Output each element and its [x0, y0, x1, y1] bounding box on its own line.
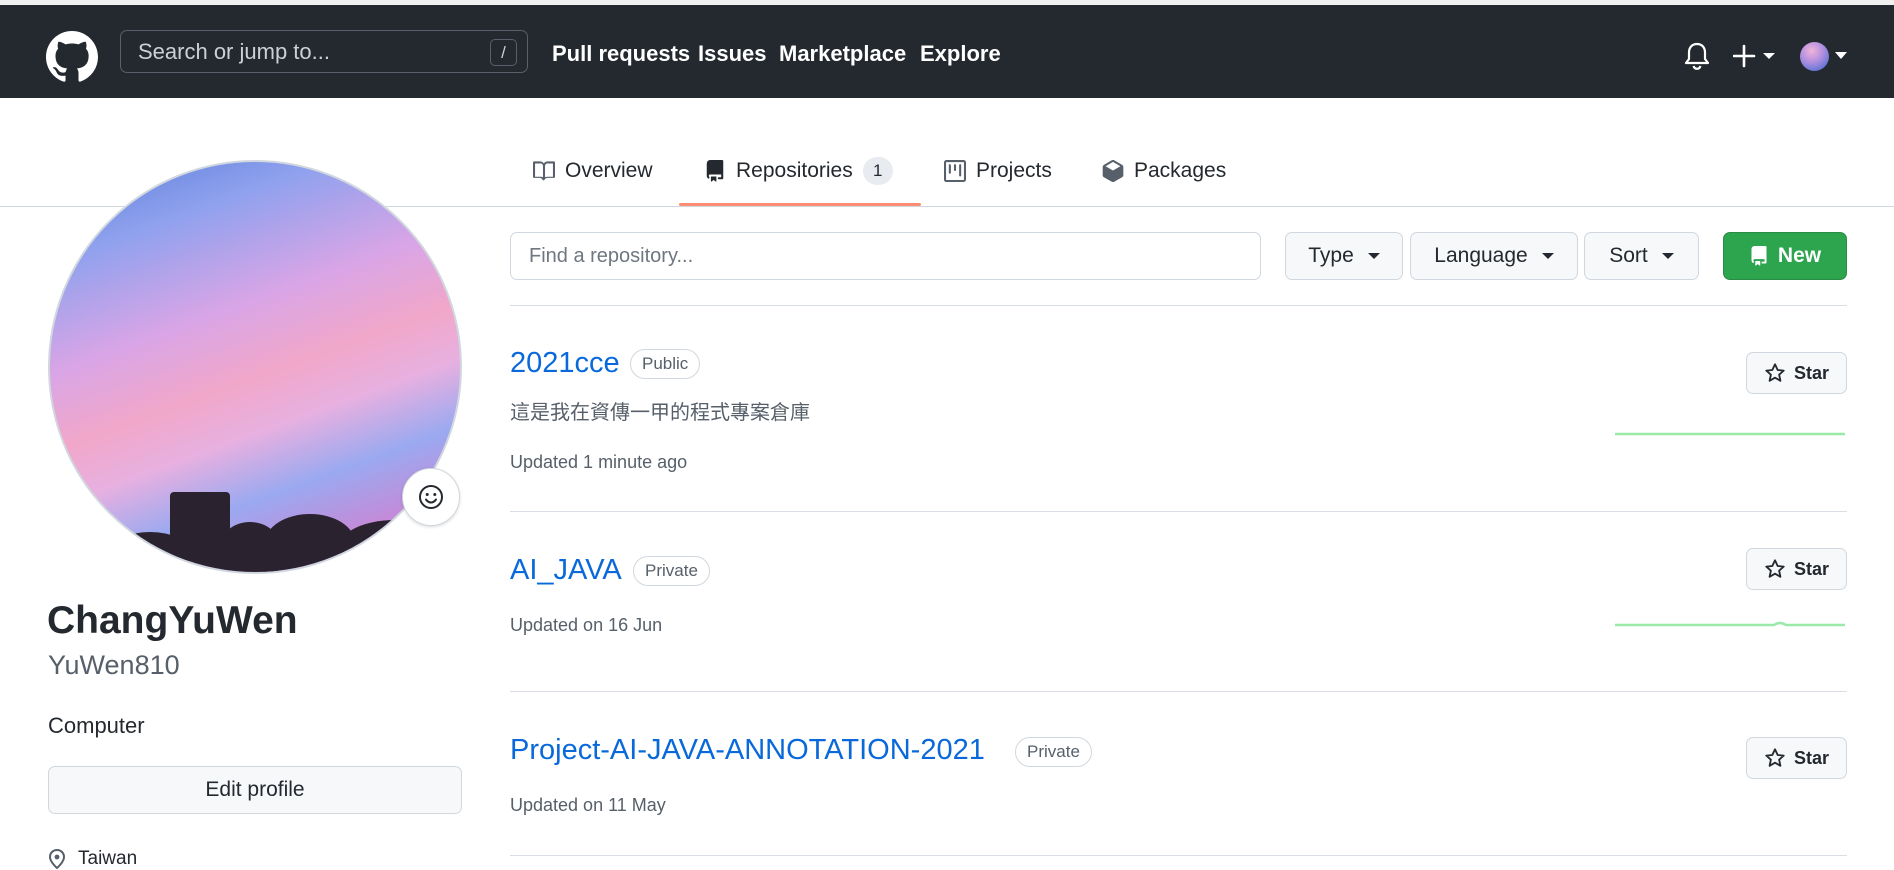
github-logo-icon[interactable]: [46, 31, 98, 83]
star-label: Star: [1793, 558, 1829, 579]
profile-login: YuWen810: [48, 650, 180, 680]
tab-overview[interactable]: Overview: [533, 154, 653, 188]
repo-icon: [1751, 246, 1767, 266]
location-icon: [48, 849, 66, 869]
search-input[interactable]: [138, 31, 468, 72]
project-icon: [944, 160, 966, 182]
new-repository-button[interactable]: New: [1723, 232, 1847, 280]
new-button-label: New: [1777, 244, 1822, 267]
tab-repositories-label: Repositories: [736, 159, 853, 182]
nav-marketplace[interactable]: Marketplace: [779, 41, 906, 71]
visibility-badge: Private: [1015, 737, 1092, 767]
set-status-button[interactable]: [402, 468, 460, 526]
repo-name-link[interactable]: AI_JAVA: [510, 554, 622, 587]
activity-sparkline: [1615, 621, 1845, 627]
star-button[interactable]: Star: [1746, 352, 1847, 394]
chevron-down-icon: [1661, 253, 1674, 259]
visibility-badge: Private: [633, 556, 710, 586]
list-divider: [510, 305, 1847, 306]
repo-updated: Updated 1 minute ago: [510, 452, 688, 472]
star-button[interactable]: Star: [1746, 548, 1847, 590]
star-label: Star: [1793, 362, 1829, 383]
search-shortcut-key: /: [490, 39, 517, 66]
profile-location-label: Taiwan: [78, 848, 138, 869]
tab-repositories[interactable]: Repositories 1: [704, 154, 893, 188]
star-icon: [1765, 559, 1785, 578]
plus-icon[interactable]: [1733, 43, 1779, 69]
nav-pull-requests[interactable]: Pull requests: [552, 41, 690, 71]
package-icon: [1102, 160, 1124, 182]
profile-avatar: [48, 160, 462, 574]
list-divider: [510, 691, 1847, 692]
repo-updated: Updated on 16 Jun: [510, 615, 663, 635]
tab-packages-label: Packages: [1134, 159, 1227, 182]
chevron-down-icon[interactable]: [1835, 52, 1847, 60]
visibility-badge: Public: [630, 349, 701, 379]
tab-packages[interactable]: Packages: [1102, 154, 1226, 188]
repo-icon: [706, 160, 724, 182]
profile-bio: Computer: [48, 713, 145, 738]
activity-sparkline: [1615, 432, 1845, 436]
star-label: Star: [1793, 747, 1829, 768]
list-divider: [510, 511, 1847, 512]
find-repository-input[interactable]: [510, 232, 1261, 280]
chevron-down-icon: [1541, 253, 1554, 259]
type-filter-label: Type: [1308, 244, 1354, 267]
nav-explore[interactable]: Explore: [920, 41, 1001, 71]
list-divider: [510, 855, 1847, 856]
nav-issues[interactable]: Issues: [698, 41, 767, 71]
profile-location: Taiwan: [48, 848, 137, 870]
repo-updated: Updated on 11 May: [510, 795, 666, 815]
avatar[interactable]: [1800, 42, 1829, 71]
repo-description: 這是我在資傳一甲的程式專案倉庫: [510, 400, 810, 424]
repo-count-badge: 1: [862, 157, 893, 185]
repo-name-link[interactable]: 2021cce: [510, 347, 620, 380]
chevron-down-icon: [1367, 253, 1380, 259]
language-filter-label: Language: [1434, 244, 1528, 267]
sort-filter-button[interactable]: Sort: [1584, 232, 1699, 280]
star-icon: [1765, 748, 1785, 767]
repo-name-link[interactable]: Project-AI-JAVA-ANNOTATION-2021: [510, 734, 985, 767]
tab-overview-label: Overview: [565, 159, 653, 182]
tab-projects[interactable]: Projects: [944, 154, 1052, 188]
global-search[interactable]: /: [120, 30, 528, 73]
star-icon: [1765, 363, 1785, 382]
bell-icon[interactable]: [1684, 41, 1710, 71]
profile-fullname: ChangYuWen: [47, 599, 298, 642]
star-button[interactable]: Star: [1746, 737, 1847, 779]
smiley-icon: [419, 485, 443, 509]
type-filter-button[interactable]: Type: [1285, 232, 1403, 280]
sort-filter-label: Sort: [1609, 244, 1648, 267]
global-header: / Pull requests Issues Marketplace Explo…: [0, 5, 1894, 98]
language-filter-button[interactable]: Language: [1410, 232, 1578, 280]
tab-projects-label: Projects: [976, 159, 1052, 182]
edit-profile-button[interactable]: Edit profile: [48, 766, 462, 814]
book-icon: [533, 161, 555, 181]
